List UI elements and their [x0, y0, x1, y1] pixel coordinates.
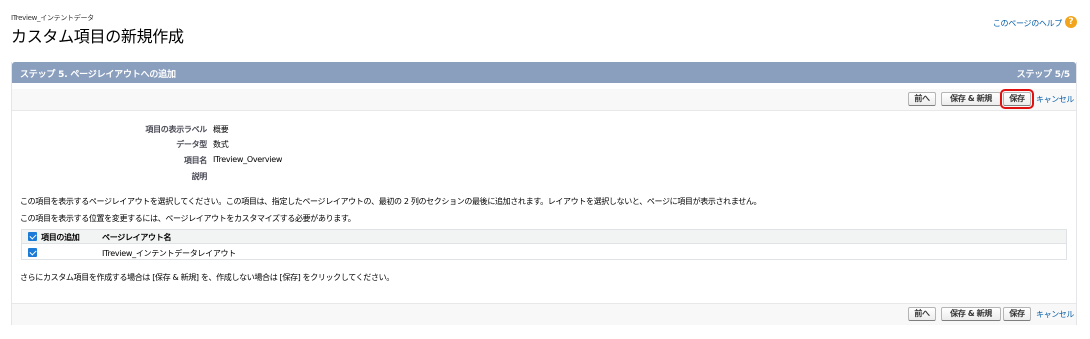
- save-button[interactable]: 保存: [1003, 307, 1031, 321]
- select-all-checkbox[interactable]: [28, 232, 37, 241]
- detail-value: ITreview_Overview: [213, 155, 283, 164]
- prev-button[interactable]: 前へ: [908, 307, 936, 321]
- step-header: ステップ 5. ページレイアウトへの追加 ステップ 5/5: [12, 62, 1076, 83]
- layout-name: ITreview_インテントデータレイアウト: [102, 249, 236, 258]
- help-link[interactable]: このページのヘルプ: [993, 18, 1062, 29]
- table-header: 項目の追加 ページレイアウト名: [22, 230, 1066, 244]
- step-panel: ステップ 5. ページレイアウトへの追加 ステップ 5/5 前へ 保存 & 新規…: [11, 62, 1077, 325]
- page-title: カスタム項目の新規作成: [11, 27, 184, 46]
- step-count: ステップ 5/5: [1016, 70, 1071, 80]
- detail-label: 項目名: [183, 156, 207, 165]
- info-text: この項目を表示する位置を変更するには、ページレイアウトをカスタマイズする必要があ…: [20, 214, 356, 223]
- detail-label: 項目の表示ラベル: [145, 125, 207, 134]
- save-new-button[interactable]: 保存 & 新規: [941, 307, 1001, 321]
- help-icon[interactable]: ?: [1065, 16, 1077, 28]
- row-checkbox[interactable]: [28, 248, 37, 257]
- detail-label: データ型: [176, 140, 207, 149]
- detail-value: 概要: [213, 125, 229, 134]
- cancel-link[interactable]: キャンセル: [1036, 94, 1074, 105]
- table-row: ITreview_インテントデータレイアウト: [22, 245, 1066, 260]
- info-text: この項目を表示するページレイアウトを選択してください。この項目は、指定したページ…: [20, 197, 762, 206]
- detail-row: 説明: [127, 171, 213, 182]
- prev-button[interactable]: 前へ: [908, 92, 936, 106]
- column-header: ページレイアウト名: [102, 233, 172, 242]
- save-new-button[interactable]: 保存 & 新規: [941, 92, 1001, 106]
- top-button-bar: 前へ 保存 & 新規 保存 キャンセル: [12, 89, 1076, 111]
- detail-label: 説明: [191, 172, 208, 181]
- column-header: 項目の追加: [41, 233, 80, 242]
- detail-row: 項目の表示ラベル 概要: [127, 124, 228, 135]
- object-name: ITreview_インテントデータ: [11, 14, 94, 22]
- save-button[interactable]: 保存: [1000, 89, 1034, 109]
- detail-value: 数式: [213, 140, 229, 149]
- cancel-link[interactable]: キャンセル: [1036, 309, 1074, 320]
- step-title: ステップ 5. ページレイアウトへの追加: [20, 70, 176, 80]
- detail-row: データ型 数式: [127, 139, 229, 150]
- footer-info-text: さらにカスタム項目を作成する場合は [保存 & 新規] を、作成しない場合は […: [20, 273, 394, 282]
- detail-row: 項目名 ITreview_Overview: [127, 155, 283, 166]
- layout-table: 項目の追加 ページレイアウト名 ITreview_インテントデータレイアウト: [21, 229, 1067, 260]
- bottom-button-bar: 前へ 保存 & 新規 保存 キャンセル: [12, 303, 1076, 325]
